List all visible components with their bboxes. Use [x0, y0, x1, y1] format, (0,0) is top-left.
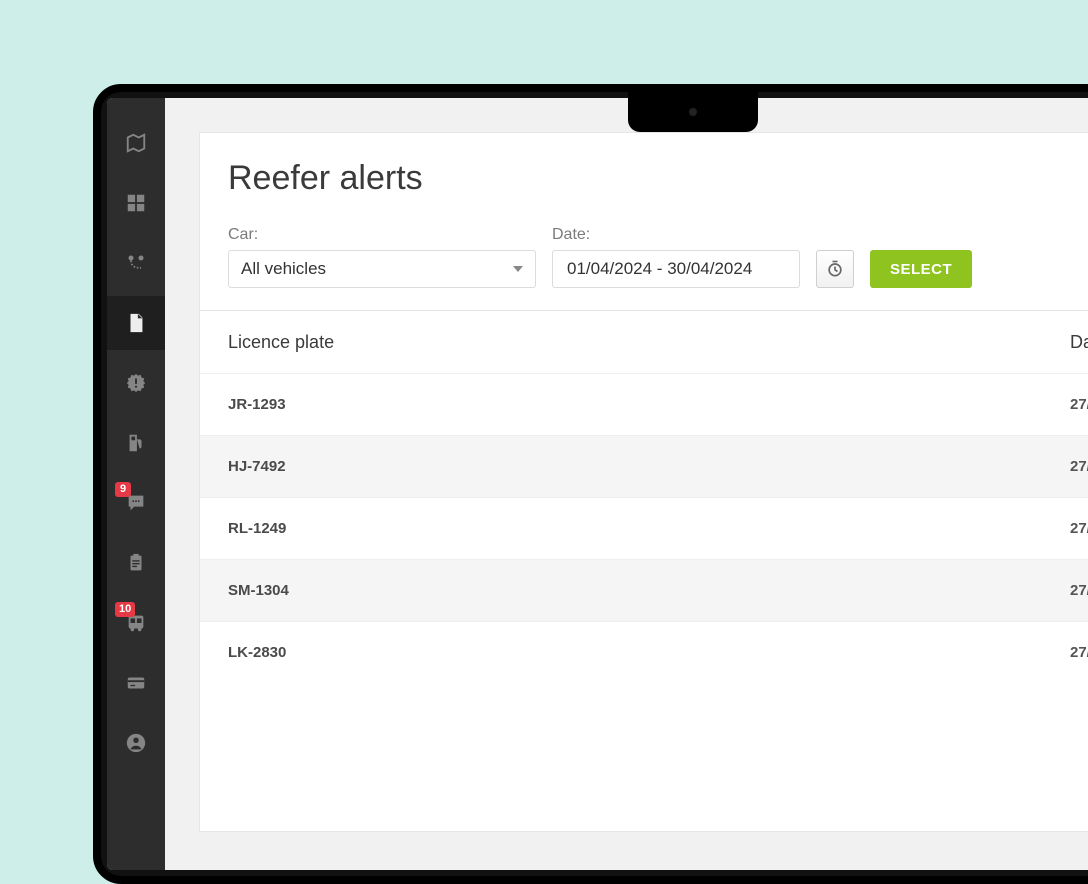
cell-plate: LK-2830 — [228, 644, 1070, 661]
car-filter: Car: All vehicles — [228, 226, 536, 288]
chevron-down-icon — [513, 266, 523, 272]
content-card: Reefer alerts Car: All vehicles Date: 01… — [199, 132, 1088, 832]
cell-plate: SM-1304 — [228, 582, 1070, 599]
car-select-value: All vehicles — [241, 259, 326, 279]
cell-date: 27/04/2024 23:35 — [1070, 582, 1088, 599]
header-plate: Licence plate — [228, 332, 1070, 353]
user-icon — [125, 732, 147, 754]
cell-plate: RL-1249 — [228, 520, 1070, 537]
date-range-input[interactable]: 01/04/2024 - 30/04/2024 — [552, 250, 800, 288]
clipboard-icon — [125, 552, 147, 574]
time-button[interactable] — [816, 250, 854, 288]
cell-date: 27/04/2024 23:35 — [1070, 458, 1088, 475]
table-row[interactable]: RL-124927/04/2024 23:35 — [200, 497, 1088, 559]
sidebar-item-documents[interactable] — [107, 296, 165, 350]
table-body: JR-129327/04/2024 23:36HJ-749227/04/2024… — [200, 373, 1088, 683]
sidebar: 9 10 — [107, 98, 165, 870]
date-filter: Date: 01/04/2024 - 30/04/2024 — [552, 226, 800, 288]
sidebar-item-dashboard[interactable] — [107, 176, 165, 230]
page-title: Reefer alerts — [228, 159, 1088, 198]
sidebar-item-account[interactable] — [107, 716, 165, 770]
screen: 9 10 Reefer alerts Car: — [107, 98, 1088, 870]
table-row[interactable]: SM-130427/04/2024 23:35 — [200, 559, 1088, 621]
dashboard-icon — [125, 192, 147, 214]
table-row[interactable]: HJ-749227/04/2024 23:35 — [200, 435, 1088, 497]
cell-date: 27/04/2024 23:35 — [1070, 520, 1088, 537]
card-icon — [125, 672, 147, 694]
car-select[interactable]: All vehicles — [228, 250, 536, 288]
fuel-icon — [125, 432, 147, 454]
header-date: Date — [1070, 332, 1088, 353]
alerts-table: Licence plate Date JR-129327/04/2024 23:… — [200, 310, 1088, 683]
sidebar-item-clipboard[interactable] — [107, 536, 165, 590]
select-button[interactable]: SELECT — [870, 250, 972, 288]
sidebar-item-map[interactable] — [107, 116, 165, 170]
cell-date: 27/04/2024 23:32 — [1070, 644, 1088, 661]
table-header: Licence plate Date — [200, 311, 1088, 373]
alert-badge-icon — [125, 372, 147, 394]
map-icon — [125, 132, 147, 154]
date-label: Date: — [552, 226, 800, 244]
sidebar-item-fleet[interactable]: 10 — [107, 596, 165, 650]
sidebar-item-routes[interactable] — [107, 236, 165, 290]
table-row[interactable]: LK-283027/04/2024 23:32 — [200, 621, 1088, 683]
cell-date: 27/04/2024 23:36 — [1070, 396, 1088, 413]
filter-bar: Car: All vehicles Date: 01/04/2024 - 30/… — [228, 226, 1088, 288]
sidebar-item-fuel[interactable] — [107, 416, 165, 470]
fleet-badge: 10 — [115, 602, 135, 617]
cell-plate: HJ-7492 — [228, 458, 1070, 475]
cell-plate: JR-1293 — [228, 396, 1070, 413]
route-icon — [126, 253, 146, 273]
clock-icon — [825, 259, 845, 279]
table-row[interactable]: JR-129327/04/2024 23:36 — [200, 373, 1088, 435]
camera-dot — [689, 108, 697, 116]
sidebar-item-messages[interactable]: 9 — [107, 476, 165, 530]
laptop-notch — [628, 92, 758, 132]
car-label: Car: — [228, 226, 536, 244]
date-range-value: 01/04/2024 - 30/04/2024 — [567, 259, 752, 279]
sidebar-item-alerts[interactable] — [107, 356, 165, 410]
laptop-frame: 9 10 Reefer alerts Car: — [93, 84, 1088, 884]
document-icon — [125, 312, 147, 334]
sidebar-item-card[interactable] — [107, 656, 165, 710]
messages-badge: 9 — [115, 482, 131, 497]
main-content: Reefer alerts Car: All vehicles Date: 01… — [165, 98, 1088, 870]
